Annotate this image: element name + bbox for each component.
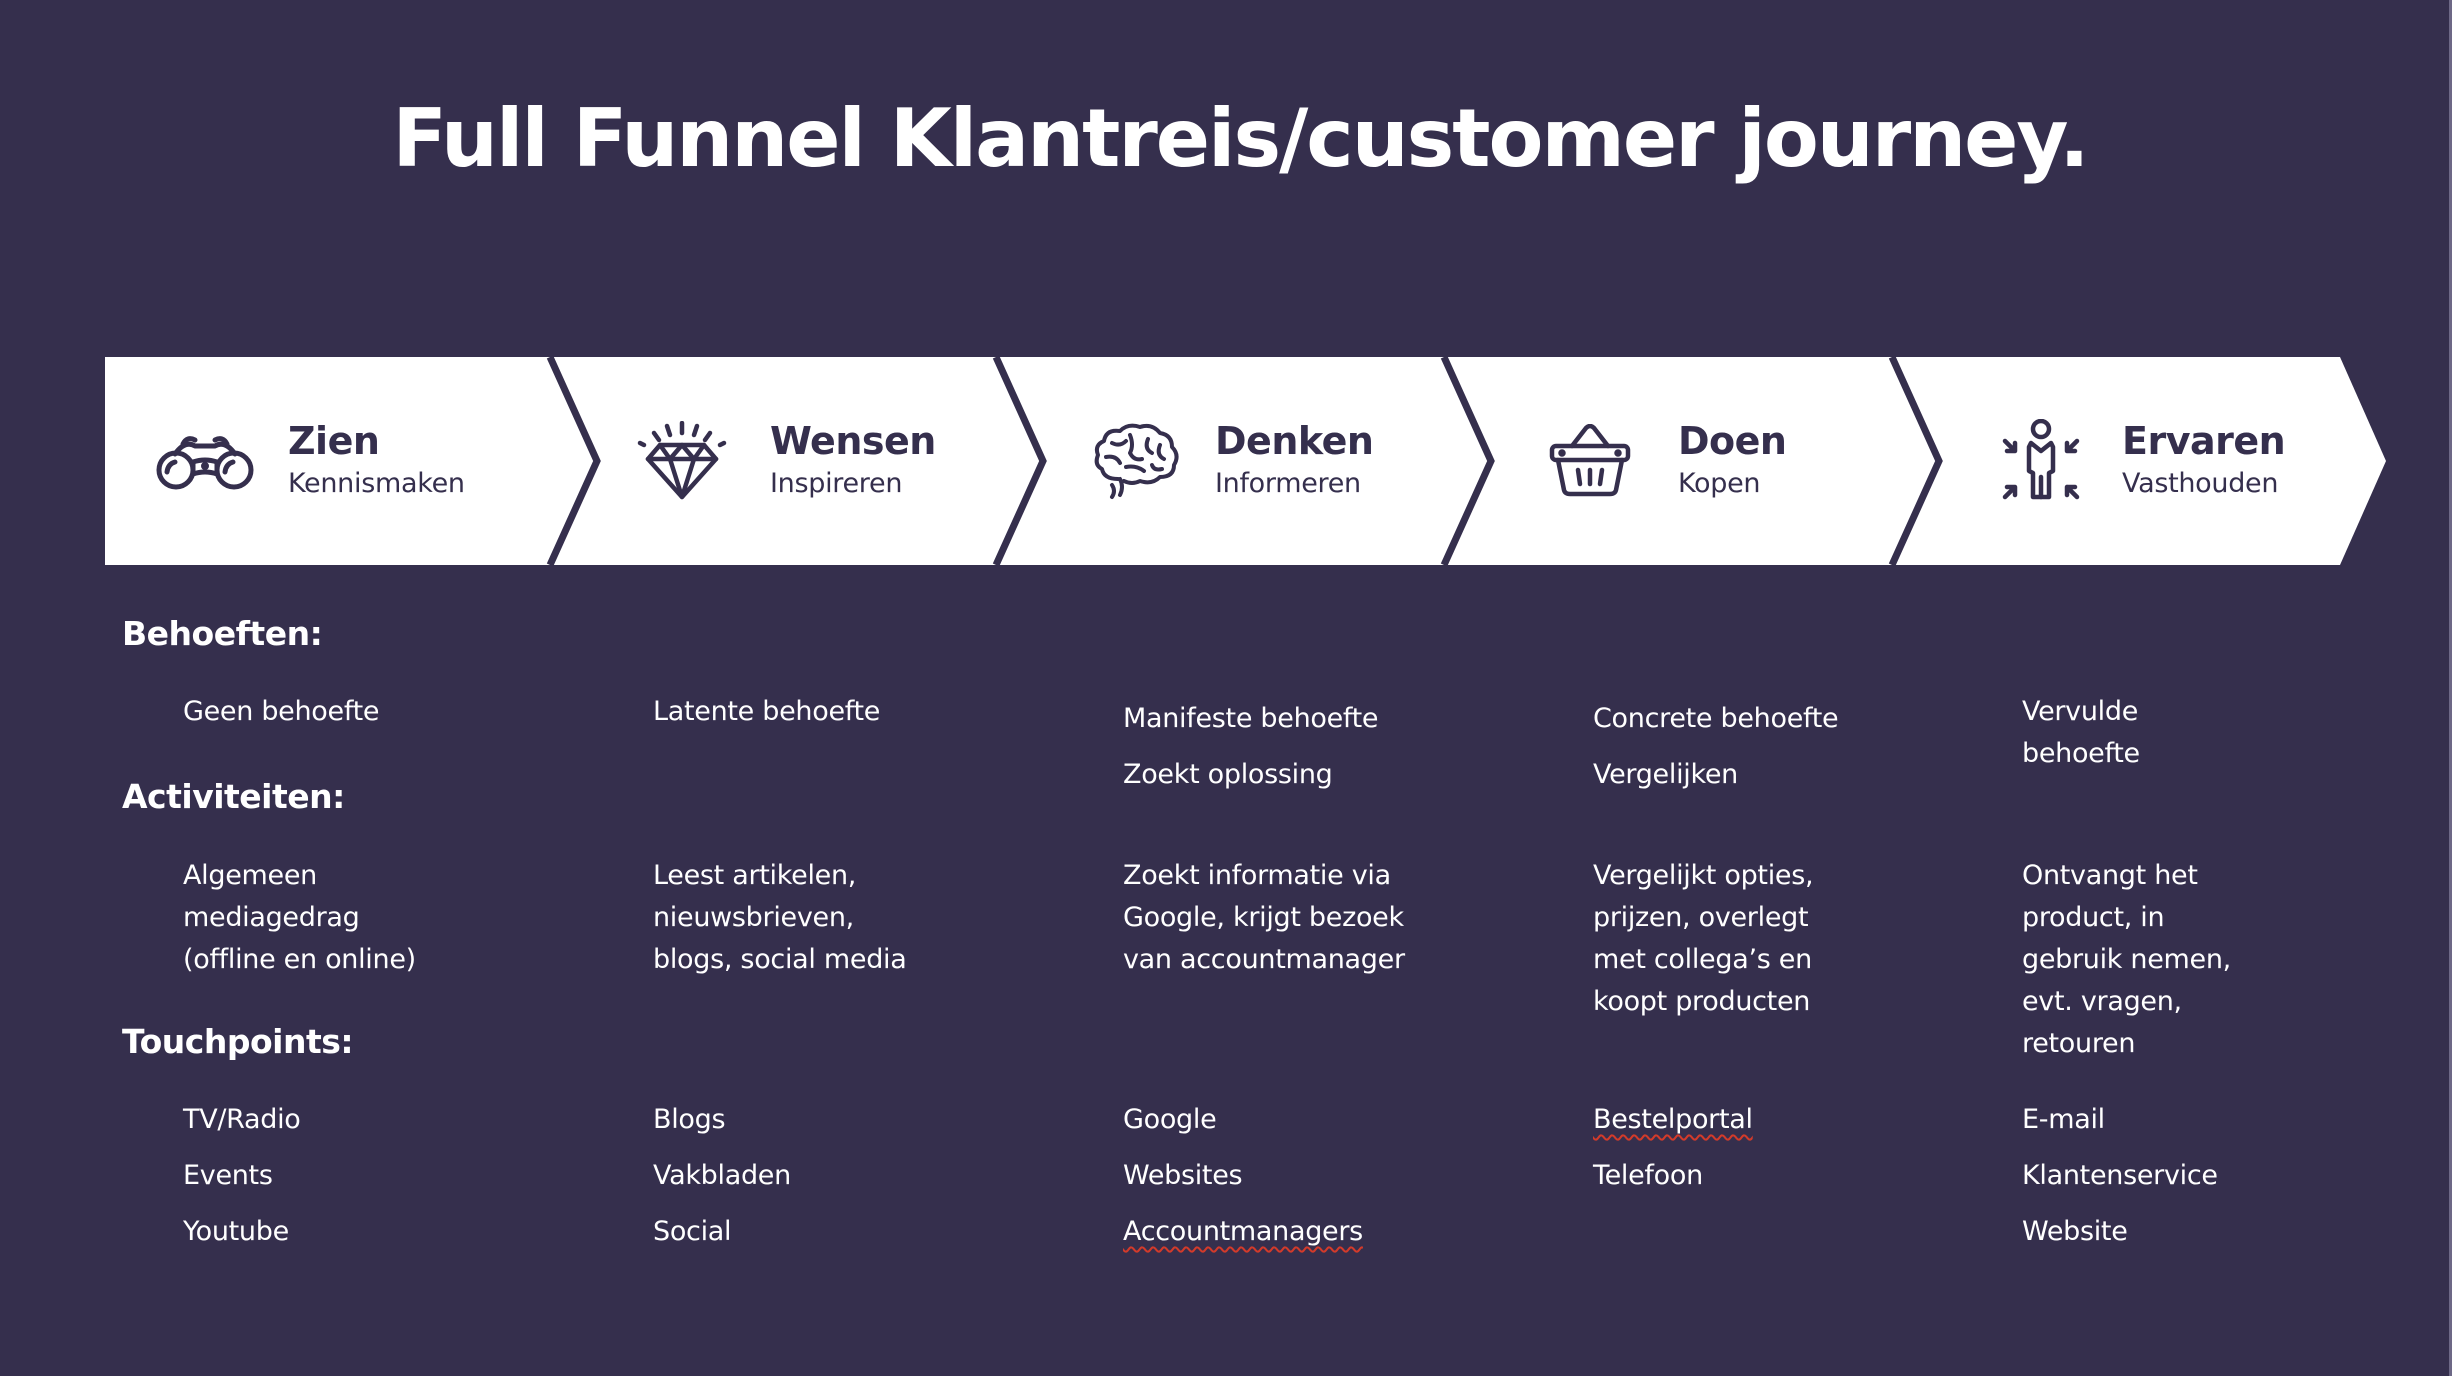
stage-name: Ervaren xyxy=(2122,419,2286,463)
cell-line: van accountmanager xyxy=(1123,944,1405,975)
cell-line: Leest artikelen, xyxy=(653,860,857,891)
behoeften-cell-ervaren: Vervulde behoefte xyxy=(2022,691,2140,775)
stage-name: Doen xyxy=(1678,419,1787,463)
activiteiten-cell-doen: Vergelijkt opties, prijzen, overlegt met… xyxy=(1593,855,1814,1023)
binoculars-icon xyxy=(155,411,255,511)
cell-line: Geen behoefte xyxy=(183,696,380,727)
touchpoint-item-misspelled: Bestelportal xyxy=(1593,1104,1753,1135)
cell-line: mediagedrag xyxy=(183,902,360,933)
touchpoint-item: Blogs xyxy=(653,1104,726,1135)
cell-line: evt. vragen, xyxy=(2022,986,2182,1017)
diamond-icon xyxy=(632,411,732,511)
cell-line: product, in xyxy=(2022,902,2165,933)
touchpoint-item: Google xyxy=(1123,1104,1217,1135)
touchpoint-item: Websites xyxy=(1123,1160,1243,1191)
behoeften-cell-wensen: Latente behoefte xyxy=(653,691,880,733)
stage-subtitle: Informeren xyxy=(1215,468,1361,499)
stage-ervaren: Ervaren Vasthouden xyxy=(1991,357,2286,565)
cell-line: nieuwsbrieven, xyxy=(653,902,854,933)
touchpoint-item: Events xyxy=(183,1160,273,1191)
brain-icon xyxy=(1085,411,1185,511)
activiteiten-cell-zien: Algemeen mediagedrag (offline en online) xyxy=(183,855,416,981)
cell-line: blogs, social media xyxy=(653,944,907,975)
touchpoint-item: Klantenservice xyxy=(2022,1160,2218,1191)
touchpoint-item-misspelled: Accountmanagers xyxy=(1123,1216,1363,1247)
section-heading-activiteiten: Activiteiten: xyxy=(122,777,345,816)
stage-subtitle: Kopen xyxy=(1678,468,1761,499)
activiteiten-cell-denken: Zoekt informatie via Google, krijgt bezo… xyxy=(1123,855,1405,981)
cell-line: Ontvangt het xyxy=(2022,860,2198,891)
stage-doen: Doen Kopen xyxy=(1540,357,1787,565)
cell-line: Vergelijkt opties, xyxy=(1593,860,1814,891)
stage-wensen: Wensen Inspireren xyxy=(632,357,936,565)
cell-line: koopt producten xyxy=(1593,986,1811,1017)
cell-line: Manifeste behoefte xyxy=(1123,703,1379,734)
cell-line: met collega’s en xyxy=(1593,944,1812,975)
stage-subtitle: Vasthouden xyxy=(2122,468,2279,499)
touchpoint-item: Vakbladen xyxy=(653,1160,791,1191)
stage-name: Zien xyxy=(288,419,380,463)
cell-line: Latente behoefte xyxy=(653,696,881,727)
cell-line: retouren xyxy=(2022,1028,2136,1059)
behoeften-cell-denken: Manifeste behoefte Zoekt oplossing xyxy=(1123,691,1379,803)
touchpoint-item: Social xyxy=(653,1216,732,1247)
touchpoint-item: Telefoon xyxy=(1593,1160,1703,1191)
cell-line: gebruik nemen, xyxy=(2022,944,2231,975)
cell-line: Concrete behoefte xyxy=(1593,703,1839,734)
cell-line: Zoekt oplossing xyxy=(1123,759,1333,790)
activiteiten-cell-wensen: Leest artikelen, nieuwsbrieven, blogs, s… xyxy=(653,855,907,981)
touchpoint-item: Youtube xyxy=(183,1216,289,1247)
basket-icon xyxy=(1540,411,1640,511)
stage-subtitle: Kennismaken xyxy=(288,468,465,499)
cell-line: Zoekt informatie via xyxy=(1123,860,1391,891)
touchpoint-item: E-mail xyxy=(2022,1104,2105,1135)
cell-line: behoefte xyxy=(2022,738,2140,769)
stage-subtitle: Inspireren xyxy=(770,468,903,499)
cell-line: Google, krijgt bezoek xyxy=(1123,902,1404,933)
section-heading-behoeften: Behoeften: xyxy=(122,614,323,653)
section-heading-touchpoints: Touchpoints: xyxy=(122,1022,354,1061)
stage-zien: Zien Kennismaken xyxy=(155,357,465,565)
cell-line: prijzen, overlegt xyxy=(1593,902,1809,933)
person-retain-icon xyxy=(1991,411,2091,511)
cell-line: Algemeen xyxy=(183,860,317,891)
cell-line: Vervulde xyxy=(2022,696,2139,727)
cell-line: (offline en online) xyxy=(183,944,416,975)
stage-name: Wensen xyxy=(770,419,936,463)
activiteiten-cell-ervaren: Ontvangt het product, in gebruik nemen, … xyxy=(2022,855,2231,1065)
cell-line: Vergelijken xyxy=(1593,759,1738,790)
behoeften-cell-zien: Geen behoefte xyxy=(183,691,379,733)
stage-name: Denken xyxy=(1215,419,1374,463)
behoeften-cell-doen: Concrete behoefte Vergelijken xyxy=(1593,691,1839,803)
touchpoint-item: Website xyxy=(2022,1216,2128,1247)
stage-denken: Denken Informeren xyxy=(1085,357,1374,565)
touchpoint-item: TV/Radio xyxy=(183,1104,301,1135)
